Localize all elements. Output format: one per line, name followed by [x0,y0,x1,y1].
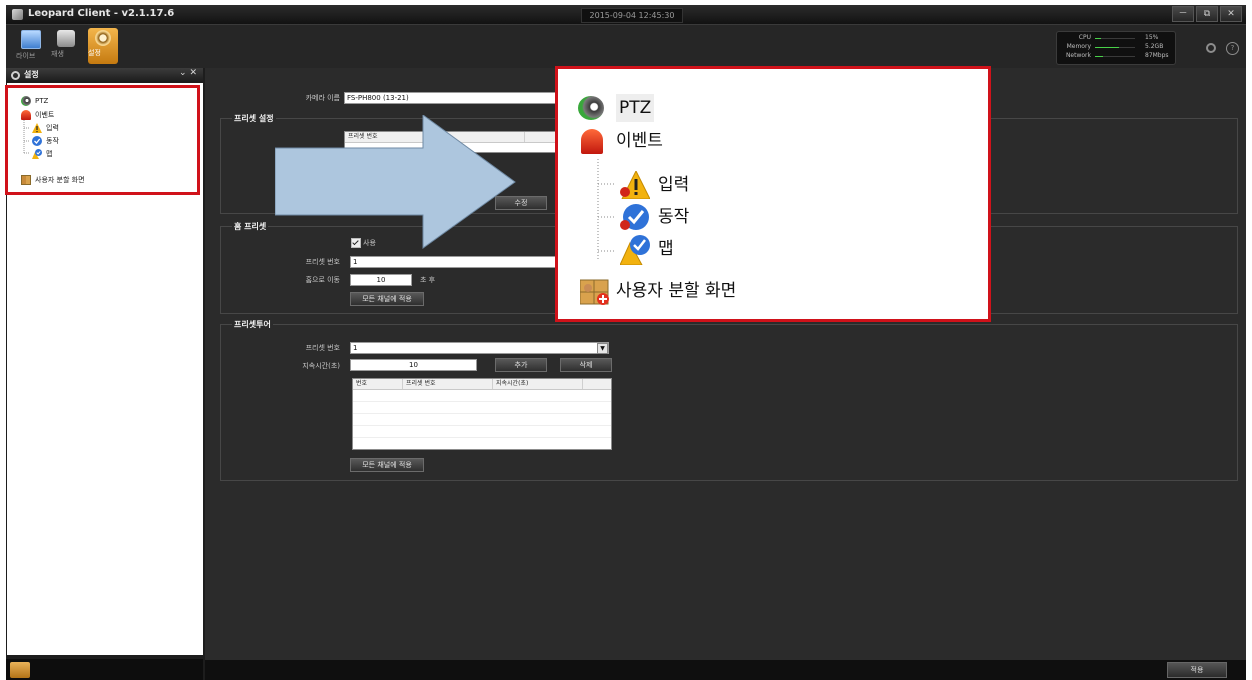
restore-button[interactable]: ⧉ [1196,6,1218,22]
camera-name-field[interactable]: FS-PH800 (13-21) [344,92,568,104]
app-logo-icon [12,9,23,20]
settings-icon [95,30,111,46]
toolbar-settings-button[interactable]: 설정 [88,28,118,64]
zoom-tree-label: 동작 [658,207,690,227]
table-row-divider [353,437,611,438]
toolbar-playback-button[interactable]: 재생 [51,28,81,64]
home-return-seconds-field[interactable]: 10 [350,274,412,286]
home-preset-title: 홈 프리셋 [232,221,269,232]
memory-value: 5.2GB [1145,43,1164,50]
settings-gear-icon[interactable] [10,662,30,678]
network-value: 87Mbps [1145,52,1169,59]
apply-button[interactable]: 적용 [1167,662,1227,678]
preset-setting-title: 프리셋 설정 [232,113,276,124]
tour-preset-number-select[interactable]: 1 [350,342,609,354]
clock-display: 2015-09-04 12:45:30 [581,8,683,23]
user-split-screen-icon [579,278,610,315]
monitor-icon [21,30,41,49]
cpu-value: 15% [1145,34,1159,41]
left-panel-footer [6,659,203,680]
tour-preset-number-column: 프리셋 번호 [403,379,493,389]
ptz-camera-icon [578,96,604,120]
alarm-siren-icon [581,129,603,154]
cpu-label: CPU [1078,34,1091,41]
table-row-divider [353,425,611,426]
zoom-tree-label: 맵 [658,239,674,259]
tour-number-column: 번호 [353,379,403,389]
map-event-icon [619,235,650,274]
tour-duration-field[interactable]: 10 [350,359,477,371]
callout-arrow [275,115,516,249]
home-preset-number-field[interactable]: 1 [350,256,564,268]
main-toolbar: 라이브 재생 설정 CPU 15% Memory 5.2GB Network 8… [6,25,1246,68]
panel-collapse-close-button[interactable]: ⌄ ✕ [179,68,197,78]
zoom-tree-label: 사용자 분할 화면 [616,281,737,301]
preset-tour-title: 프리셋투어 [232,319,273,330]
gear-icon [11,71,20,80]
preset-tour-table[interactable]: 번호 프리셋 번호 지속시간(초) [352,378,612,450]
title-bar: Leopard Client - v2.1.17.6 2015-09-04 12… [6,5,1246,25]
chevron-down-icon[interactable]: ▼ [597,343,608,354]
table-row-divider [353,401,611,402]
network-label: Network [1065,52,1091,59]
home-preset-number-label: 프리셋 번호 [305,258,340,266]
toolbar-live-label: 라이브 [16,52,36,60]
network-bar [1095,56,1103,57]
memory-bar [1095,47,1119,48]
tour-duration-column: 지속시간(초) [493,379,583,389]
close-button[interactable]: ✕ [1220,6,1242,22]
home-return-unit: 초 후 [420,276,436,284]
zoom-tree-label: 입력 [658,175,690,195]
home-apply-all-channels-button[interactable]: 모든 채널에 적용 [350,292,424,306]
memory-label: Memory [1066,43,1091,50]
table-row-divider [353,413,611,414]
system-monitor: CPU 15% Memory 5.2GB Network 87Mbps [1056,31,1176,65]
tour-delete-button[interactable]: 삭제 [560,358,612,372]
toolbar-live-button[interactable]: 라이브 [16,28,46,64]
home-return-label: 홈으로 이동 [305,276,340,284]
toolbar-playback-label: 재생 [51,50,64,58]
tree-highlight-box [5,85,200,195]
tour-preset-number-label: 프리셋 번호 [305,344,340,352]
playback-icon [57,30,75,47]
toolbar-settings-label: 설정 [88,49,101,57]
cpu-bar [1095,38,1101,39]
zoomed-tree-callout: PTZ 이벤트 입력 동작 맵 사용자 분할 화면 [555,66,991,322]
camera-name-label: 카메라 이름 [305,94,340,102]
left-panel-title: 설정 [24,70,39,79]
tour-add-button[interactable]: 추가 [495,358,547,372]
left-panel-header: 설정 ⌄ ✕ [6,68,203,82]
tour-apply-all-channels-button[interactable]: 모든 채널에 적용 [350,458,424,472]
minimize-button[interactable]: － [1172,6,1194,22]
bottom-bar: 적용 [205,660,1246,680]
gear-icon[interactable] [1206,43,1216,53]
tour-duration-label: 지속시간(초) [302,362,340,370]
tour-table-header: 번호 프리셋 번호 지속시간(초) [353,379,611,390]
zoom-tree-label: 이벤트 [616,131,663,151]
app-title: Leopard Client - v2.1.17.6 [28,8,175,19]
help-icon[interactable]: ? [1226,42,1239,55]
zoom-tree-label: PTZ [616,94,655,122]
